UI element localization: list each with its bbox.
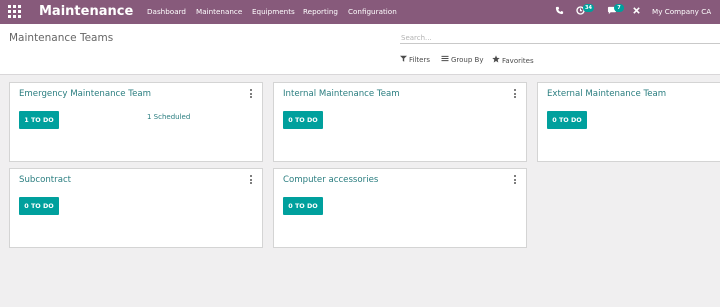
team-card-subcontract[interactable]: Subcontract 0 TO DO (9, 168, 263, 248)
apps-menu-icon[interactable] (8, 5, 22, 19)
team-name[interactable]: Computer accessories (283, 175, 378, 186)
scheduled-link[interactable]: 1 Scheduled (147, 112, 190, 122)
todo-button[interactable]: 0 TO DO (19, 197, 59, 215)
activity-count-badge: 34 (583, 4, 594, 12)
phone-icon[interactable] (552, 4, 566, 18)
tools-icon[interactable] (629, 4, 643, 18)
filters-button[interactable]: Filters (400, 55, 430, 65)
todo-button[interactable]: 0 TO DO (283, 197, 323, 215)
search-input[interactable] (400, 32, 720, 44)
card-menu-icon[interactable] (248, 175, 254, 184)
card-menu-icon[interactable] (248, 89, 254, 98)
filter-icon (400, 55, 407, 65)
team-name[interactable]: External Maintenance Team (547, 89, 666, 100)
todo-button[interactable]: 0 TO DO (283, 111, 323, 129)
menu-reporting[interactable]: Reporting (303, 7, 338, 17)
app-name[interactable]: Maintenance (39, 3, 133, 21)
todo-button[interactable]: 1 TO DO (19, 111, 59, 129)
team-name[interactable]: Emergency Maintenance Team (19, 89, 151, 100)
menu-dashboard[interactable]: Dashboard (147, 7, 186, 17)
company-switcher[interactable]: My Company CA (652, 7, 711, 17)
team-card-external[interactable]: External Maintenance Team 0 TO DO (537, 82, 720, 162)
list-icon (441, 55, 449, 65)
menu-maintenance[interactable]: Maintenance (196, 7, 242, 17)
favorites-button[interactable]: Favorites (492, 55, 534, 66)
top-navbar: Maintenance Dashboard Maintenance Equipm… (0, 0, 720, 24)
group-by-label: Group By (451, 56, 484, 64)
star-icon (492, 55, 500, 66)
filters-label: Filters (409, 56, 430, 64)
card-menu-icon[interactable] (512, 89, 518, 98)
messages-count-badge: 7 (614, 4, 624, 12)
menu-configuration[interactable]: Configuration (348, 7, 397, 17)
page-title: Maintenance Teams (9, 32, 114, 44)
team-card-computer-accessories[interactable]: Computer accessories 0 TO DO (273, 168, 527, 248)
menu-equipments[interactable]: Equipments (252, 7, 295, 17)
favorites-label: Favorites (502, 57, 534, 65)
team-name[interactable]: Subcontract (19, 175, 71, 186)
team-card-emergency[interactable]: Emergency Maintenance Team 1 TO DO 1 Sch… (9, 82, 263, 162)
todo-button[interactable]: 0 TO DO (547, 111, 587, 129)
group-by-button[interactable]: Group By (441, 55, 483, 65)
control-panel: Maintenance Teams Filters Group By Favor… (0, 24, 720, 75)
card-menu-icon[interactable] (512, 175, 518, 184)
team-card-internal[interactable]: Internal Maintenance Team 0 TO DO (273, 82, 527, 162)
team-name[interactable]: Internal Maintenance Team (283, 89, 400, 100)
